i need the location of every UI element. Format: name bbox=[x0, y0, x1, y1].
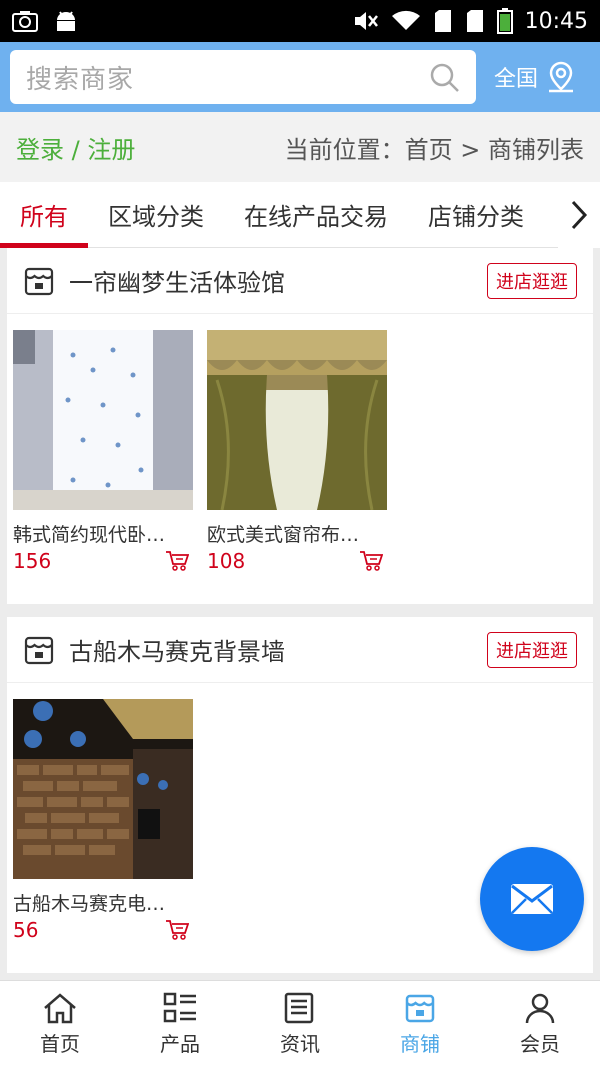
nav-news[interactable]: 资讯 bbox=[240, 981, 360, 1067]
product-card[interactable]: 欧式美式窗帘布… 108 bbox=[207, 330, 387, 573]
camera-icon bbox=[12, 11, 38, 32]
product-image[interactable] bbox=[13, 330, 193, 510]
search-input[interactable]: 搜索商家 bbox=[10, 50, 476, 104]
cart-icon[interactable] bbox=[359, 550, 383, 572]
login-register-link[interactable]: 登录 / 注册 bbox=[16, 130, 135, 165]
breadcrumb: 当前位置：首页 > 商铺列表 bbox=[284, 135, 584, 164]
grid-list-icon bbox=[163, 992, 196, 1022]
search-icon[interactable] bbox=[428, 61, 460, 93]
product-price: 108 bbox=[207, 549, 246, 573]
product-image[interactable] bbox=[207, 330, 387, 511]
clock: 10:45 bbox=[524, 8, 588, 34]
tab-region[interactable]: 区域分类 bbox=[88, 182, 224, 248]
store-icon bbox=[24, 636, 54, 664]
nav-home[interactable]: 首页 bbox=[0, 981, 120, 1067]
category-tabs: 所有 区域分类 在线产品交易 店铺分类 bbox=[0, 182, 600, 248]
battery-icon bbox=[496, 8, 513, 34]
status-bar: 10:45 bbox=[0, 0, 600, 42]
product-name[interactable]: 韩式简约现代卧… bbox=[13, 520, 193, 547]
nav-news-label: 资讯 bbox=[280, 1031, 320, 1056]
visit-shop-button[interactable]: 进店逛逛 bbox=[487, 262, 577, 299]
message-button[interactable] bbox=[480, 847, 584, 951]
tab-shop-category[interactable]: 店铺分类 bbox=[408, 182, 544, 248]
product-card[interactable]: 韩式简约现代卧… 156 bbox=[13, 330, 193, 573]
region-label: 全国 bbox=[494, 67, 539, 92]
breadcrumb-bar: 登录 / 注册 当前位置：首页 > 商铺列表 bbox=[0, 112, 600, 182]
nav-home-label: 首页 bbox=[40, 1031, 80, 1056]
chevron-right-icon bbox=[571, 200, 588, 230]
shop-header: 古船木马赛克背景墙 进店逛逛 bbox=[7, 617, 593, 683]
nav-member-label: 会员 bbox=[520, 1031, 560, 1056]
news-icon bbox=[284, 992, 314, 1023]
tabs-next-button[interactable] bbox=[558, 182, 600, 248]
product-image[interactable] bbox=[13, 699, 193, 879]
shop-header: 一帘幽梦生活体验馆 进店逛逛 bbox=[7, 248, 593, 314]
nav-shops[interactable]: 商铺 bbox=[360, 981, 480, 1067]
shop-name: 古船木马赛克背景墙 bbox=[69, 638, 285, 666]
location-pin-icon bbox=[549, 61, 574, 93]
search-bar: 搜索商家 全国 bbox=[0, 42, 600, 112]
android-icon bbox=[57, 11, 75, 31]
price-row: 56 bbox=[13, 918, 193, 942]
product-price: 56 bbox=[13, 918, 39, 942]
mail-icon bbox=[511, 884, 553, 914]
sim-card-2-icon bbox=[466, 10, 483, 32]
price-row: 156 bbox=[13, 549, 193, 573]
user-icon bbox=[525, 993, 555, 1023]
product-name[interactable]: 古船木马赛克电… bbox=[13, 889, 193, 916]
visit-shop-button[interactable]: 进店逛逛 bbox=[487, 631, 577, 668]
nav-shops-label: 商铺 bbox=[400, 1031, 440, 1056]
nav-products[interactable]: 产品 bbox=[120, 981, 240, 1067]
sim-card-icon bbox=[434, 10, 451, 32]
product-list: 韩式简约现代卧… 156 欧式美式窗帘布… 108 bbox=[7, 314, 593, 573]
product-price: 156 bbox=[13, 549, 52, 573]
home-icon bbox=[44, 992, 76, 1023]
region-selector[interactable]: 全国 bbox=[494, 61, 576, 93]
cart-icon[interactable] bbox=[165, 550, 189, 572]
cart-icon[interactable] bbox=[165, 919, 189, 941]
store-icon bbox=[24, 267, 54, 295]
search-placeholder: 搜索商家 bbox=[26, 64, 135, 95]
nav-member[interactable]: 会员 bbox=[480, 981, 600, 1067]
bottom-navigation: 首页 产品 资讯 商铺 会员 bbox=[0, 980, 600, 1067]
shop-card: 一帘幽梦生活体验馆 进店逛逛 韩式简约现代卧… 156 欧式美式窗帘布… 108 bbox=[7, 248, 593, 604]
price-row: 108 bbox=[207, 549, 387, 573]
nav-products-label: 产品 bbox=[160, 1031, 200, 1056]
mute-icon bbox=[354, 12, 378, 30]
product-name[interactable]: 欧式美式窗帘布… bbox=[207, 520, 387, 547]
shop-name: 一帘幽梦生活体验馆 bbox=[69, 269, 285, 297]
store-icon bbox=[405, 994, 435, 1022]
product-card[interactable]: 古船木马赛克电… 56 bbox=[13, 699, 193, 942]
tab-all[interactable]: 所有 bbox=[0, 182, 88, 248]
tab-online-trade[interactable]: 在线产品交易 bbox=[224, 182, 408, 248]
wifi-icon bbox=[391, 10, 420, 30]
